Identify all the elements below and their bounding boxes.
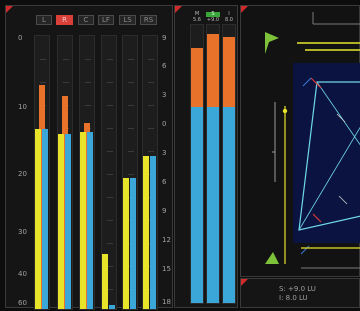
left-scale-label: 30: [18, 228, 27, 236]
panel-corner-marker: [6, 6, 13, 13]
right-scale-label: 18: [162, 298, 171, 306]
loudness-meter-m: [190, 24, 204, 304]
speaker-marker-blue: [300, 245, 310, 255]
scope-field: [293, 63, 360, 243]
meter-tick: [128, 59, 134, 60]
loudness-value-s: +9.0: [206, 17, 220, 23]
panel-corner-marker: [175, 6, 182, 13]
meter-tick: [128, 105, 134, 106]
meter-tick: [107, 243, 113, 244]
short-term-readout: S: +9.0 LU: [279, 285, 316, 293]
meter-tick: [128, 128, 134, 129]
loudness-value-i: 8.0: [225, 17, 233, 23]
level-bar-secondary: [130, 178, 136, 309]
meter-tick: [148, 82, 154, 83]
loudness-bar-blue: [191, 107, 203, 303]
left-scale-label: 20: [18, 170, 27, 178]
left-scale-label: 10: [18, 103, 27, 111]
level-bar-secondary: [65, 134, 71, 309]
left-scale-label: 60: [18, 299, 27, 307]
loudness-bar-blue: [223, 107, 235, 303]
right-scale-label: 3: [162, 149, 167, 157]
meter-tick: [107, 151, 113, 152]
right-scale-label: 9: [162, 34, 167, 42]
meter-tick: [148, 105, 154, 106]
channel-meter-ls: [122, 35, 138, 310]
loudness-meter-panel: M 5.6 S +9.0 I 8.0: [174, 5, 238, 308]
surround-scope-panel: [240, 5, 360, 277]
level-bar-secondary: [109, 305, 115, 309]
right-scale-label: 3: [162, 91, 167, 99]
meter-tick: [63, 82, 69, 83]
channel-meter-lf: [101, 35, 117, 310]
meter-tick: [148, 151, 154, 152]
right-scale-label: 0: [162, 120, 167, 128]
meter-tick: [85, 82, 91, 83]
level-bar: [143, 156, 149, 309]
right-scale-label: 9: [162, 207, 167, 215]
channel-meter-c: [79, 35, 95, 310]
meter-tick: [107, 82, 113, 83]
meter-tick: [148, 128, 154, 129]
level-bar: [35, 129, 41, 309]
surround-scope-graphic: [265, 12, 360, 269]
channel-meter-l: [34, 35, 50, 310]
level-bar: [123, 178, 129, 309]
meter-tick: [63, 59, 69, 60]
meter-tick: [40, 59, 46, 60]
loudness-bar-orange: [207, 34, 219, 107]
channel-tab-l[interactable]: L: [36, 15, 52, 25]
meter-tick: [107, 197, 113, 198]
loudness-bar-orange: [191, 48, 203, 107]
meter-tick: [85, 59, 91, 60]
channel-meter-rs: [142, 35, 158, 310]
meter-tick: [148, 59, 154, 60]
channel-tab-lf[interactable]: LF: [98, 15, 114, 25]
meter-tick: [107, 220, 113, 221]
channel-meter-r: [57, 35, 73, 310]
meter-tick: [107, 105, 113, 106]
meter-tick: [128, 174, 134, 175]
level-bar-secondary: [150, 156, 156, 309]
left-scale-label: 0: [18, 34, 23, 42]
loudness-meter-s: [206, 24, 220, 304]
channel-tab-r[interactable]: R: [56, 15, 73, 25]
meter-tick: [107, 128, 113, 129]
level-bar: [58, 134, 64, 309]
green-arrow-icon: [265, 252, 279, 264]
right-scale-label: 6: [162, 178, 167, 186]
meter-tick: [107, 59, 113, 60]
right-scale-label: 12: [162, 236, 171, 244]
scope-balance-dot: [282, 108, 288, 114]
channel-tab-c[interactable]: C: [78, 15, 94, 25]
level-bar: [80, 132, 86, 309]
level-bar-secondary: [42, 129, 48, 309]
level-bar: [102, 254, 108, 309]
left-scale-label: 40: [18, 270, 27, 278]
panel-corner-marker: [241, 279, 248, 286]
level-bar-secondary: [87, 132, 93, 309]
integrated-readout: I: 8.0 LU: [279, 294, 308, 302]
loudness-readout-panel: S: +9.0 LU I: 8.0 LU: [240, 278, 360, 308]
channel-meter-panel: L R C LF LS RS 0 10 20 30 40 60 9 6 3 0 3 6 9 12 15 18: [5, 5, 173, 310]
loudness-bar-orange: [223, 37, 235, 107]
right-scale-label: 15: [162, 265, 171, 273]
channel-tab-rs[interactable]: RS: [140, 15, 157, 25]
loudness-bar-blue: [207, 107, 219, 303]
meter-tick: [128, 151, 134, 152]
green-arrow-icon: [265, 32, 279, 54]
meter-tick: [107, 174, 113, 175]
right-scale-label: 6: [162, 62, 167, 70]
meter-tick: [128, 82, 134, 83]
meter-tick: [40, 82, 46, 83]
channel-tab-ls[interactable]: LS: [119, 15, 136, 25]
loudness-value-m: 5.6: [193, 17, 201, 23]
meter-tick: [85, 105, 91, 106]
loudness-meter-i: [222, 24, 236, 304]
